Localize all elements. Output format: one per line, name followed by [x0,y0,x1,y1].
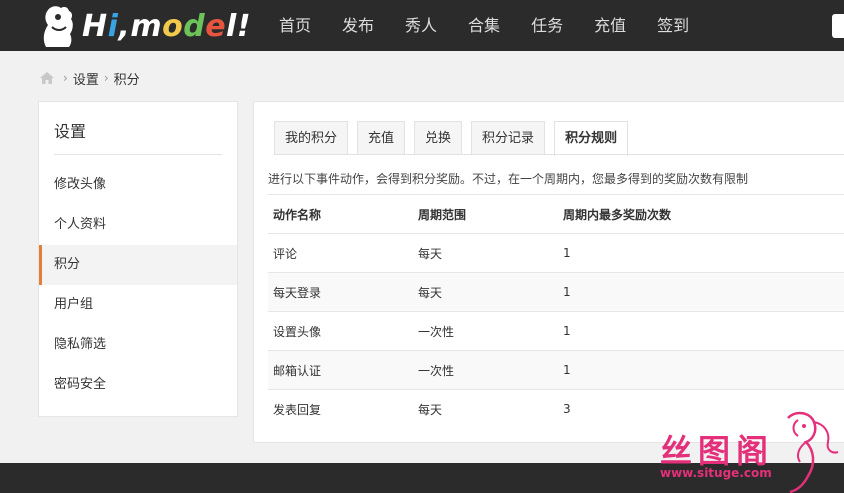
watermark-figure-icon [787,411,839,493]
sidebar-item-points[interactable]: 积分 [39,245,237,285]
sidebar-item-security[interactable]: 密码安全 [39,365,237,405]
nav-item-collections[interactable]: 合集 [457,0,511,51]
main-nav: 首页 发布 秀人 合集 任务 充值 签到 [268,0,709,51]
top-navigation-bar: Hi,model! 首页 发布 秀人 合集 任务 充值 签到 [0,0,844,51]
cell-action: 发表回复 [268,389,413,429]
tabs-divider [274,154,844,155]
logo-figure-icon [43,6,73,47]
cell-period: 每天 [413,389,558,429]
table-row: 每天登录 每天 1 [268,272,844,312]
breadcrumb: › 设置 › 积分 [40,68,140,88]
nav-item-publish[interactable]: 发布 [331,0,385,51]
sidebar-item-profile[interactable]: 个人资料 [39,205,237,245]
nav-item-home[interactable]: 首页 [268,0,322,51]
sidebar-menu: 修改头像 个人资料 积分 用户组 隐私筛选 密码安全 [39,165,237,405]
sidebar-title: 设置 [54,118,222,155]
site-logo[interactable]: Hi,model! [36,2,251,50]
column-header-action: 动作名称 [268,194,413,234]
cell-period: 每天 [413,272,558,312]
cell-max-rewards: 1 [558,233,844,273]
cell-max-rewards: 1 [558,350,844,390]
tab-my-points[interactable]: 我的积分 [274,121,349,155]
nav-item-checkin[interactable]: 签到 [646,0,700,51]
points-panel: 我的积分 充值 兑换 积分记录 积分规则 进行以下事件动作，会得到积分奖励。不过… [253,101,844,443]
watermark-url: www.situge.com [660,466,772,480]
column-header-max-rewards: 周期内最多奖励次数 [558,194,844,234]
settings-sidebar: 设置 修改头像 个人资料 积分 用户组 隐私筛选 密码安全 [38,101,238,417]
logo-wordmark: Hi,model! [82,8,252,44]
cell-max-rewards: 1 [558,272,844,312]
cell-period: 一次性 [413,350,558,390]
cell-action: 邮箱认证 [268,350,413,390]
tab-exchange[interactable]: 兑换 [414,121,463,155]
cell-max-rewards: 1 [558,311,844,351]
chevron-right-icon: › [103,71,109,85]
sidebar-item-privacy[interactable]: 隐私筛选 [39,325,237,365]
cell-action: 设置头像 [268,311,413,351]
table-header-row: 动作名称 周期范围 周期内最多奖励次数 [268,194,844,234]
cell-period: 一次性 [413,311,558,351]
table-row: 邮箱认证 一次性 1 [268,350,844,390]
search-input[interactable] [832,14,844,38]
rules-description: 进行以下事件动作，会得到积分奖励。不过，在一个周期内，您最多得到的奖励次数有限制 [268,172,749,186]
nav-item-models[interactable]: 秀人 [394,0,448,51]
breadcrumb-item-points: 积分 [113,72,140,88]
tab-points-log[interactable]: 积分记录 [471,121,546,155]
home-icon[interactable] [40,72,54,84]
cell-action: 评论 [268,233,413,273]
points-rules-table: 动作名称 周期范围 周期内最多奖励次数 评论 每天 1 每天登录 每天 1 设置… [268,194,844,429]
watermark: 丝图阁 www.situge.com [650,408,844,493]
table-row: 评论 每天 1 [268,233,844,273]
nav-item-recharge[interactable]: 充值 [583,0,637,51]
tab-recharge[interactable]: 充值 [357,121,406,155]
column-header-period: 周期范围 [413,194,558,234]
table-row: 设置头像 一次性 1 [268,311,844,351]
nav-item-tasks[interactable]: 任务 [520,0,574,51]
sidebar-item-avatar[interactable]: 修改头像 [39,165,237,205]
cell-period: 每天 [413,233,558,273]
chevron-right-icon: › [63,71,68,85]
sidebar-item-usergroup[interactable]: 用户组 [39,285,237,325]
breadcrumb-item-settings[interactable]: 设置 [73,69,99,88]
cell-action: 每天登录 [268,272,413,312]
points-tabs: 我的积分 充值 兑换 积分记录 积分规则 [274,121,637,156]
tab-points-rules[interactable]: 积分规则 [554,121,629,156]
